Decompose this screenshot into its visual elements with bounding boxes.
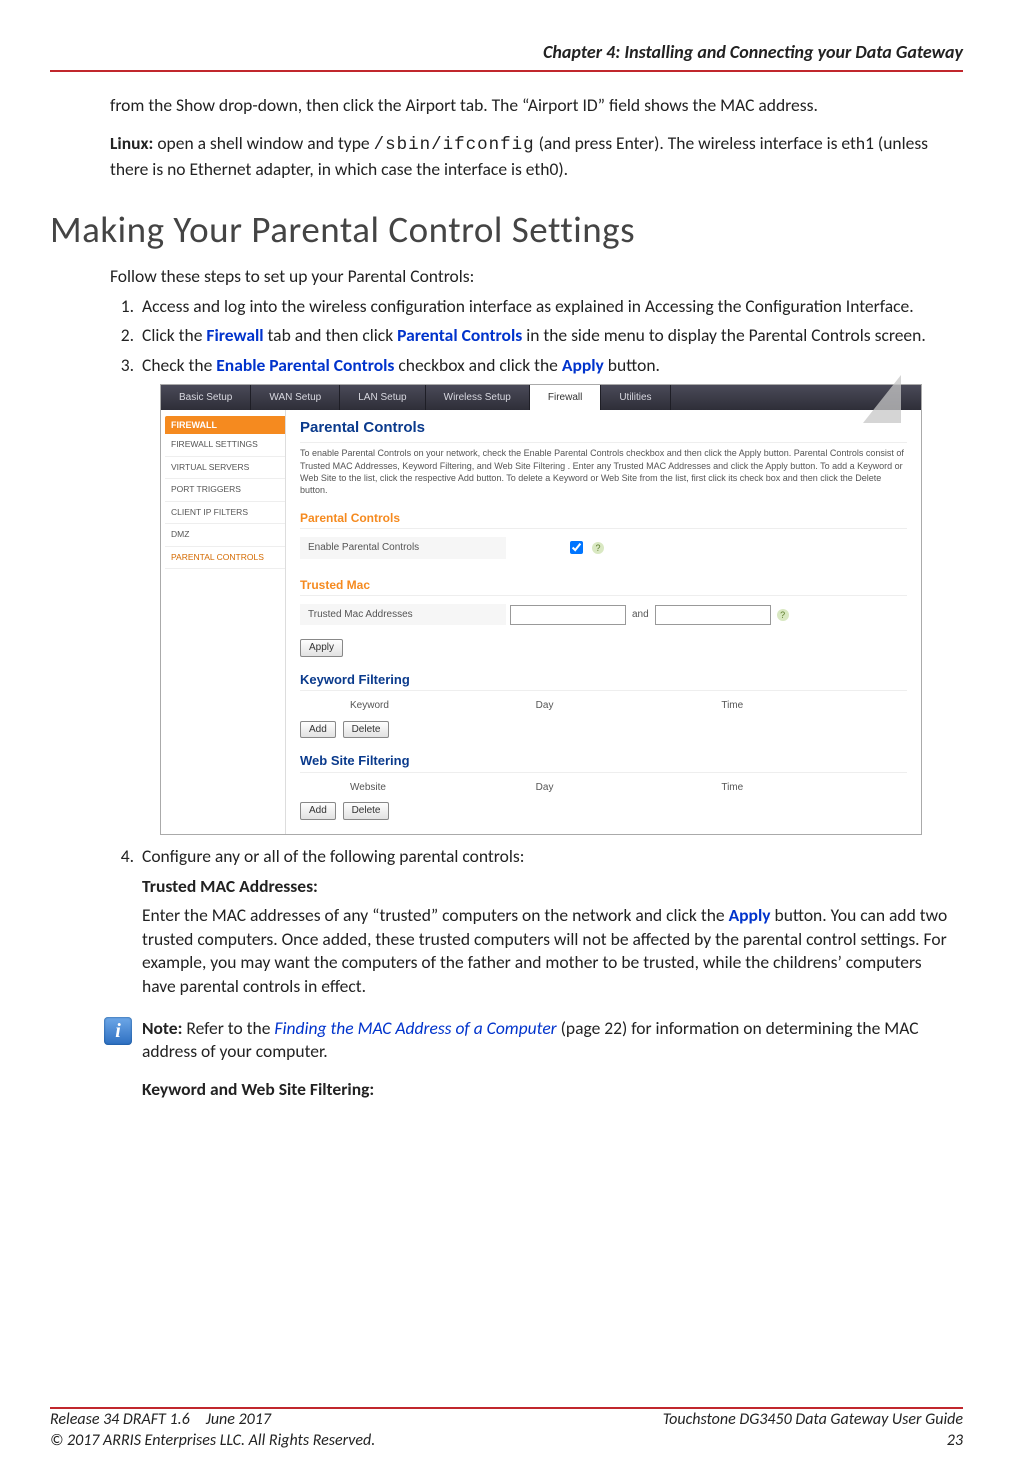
tab-basic-setup[interactable]: Basic Setup (161, 385, 251, 411)
website-columns: Website Day Time (300, 777, 907, 803)
row-trusted-mac-label: Trusted Mac Addresses (300, 604, 506, 626)
finding-mac-link[interactable]: Finding the MAC Address of a Computer (274, 1017, 556, 1039)
steps-list: Access and log into the wireless configu… (110, 295, 959, 1102)
sidebar-item-port-triggers[interactable]: PORT TRIGGERS (165, 479, 285, 501)
step-2: Click the Firewall tab and then click Pa… (138, 324, 959, 348)
mock-sidebar: FIREWALL FIREWALL SETTINGS VIRTUAL SERVE… (161, 410, 286, 834)
enable-parental-controls-link[interactable]: Enable Parental Controls (216, 354, 394, 376)
tab-lan-setup[interactable]: LAN Setup (340, 385, 425, 411)
help-icon[interactable]: ? (777, 609, 789, 621)
linux-label: Linux: (110, 132, 153, 154)
tab-wan-setup[interactable]: WAN Setup (251, 385, 340, 411)
mock-main: Parental Controls To enable Parental Con… (286, 410, 921, 834)
keyword-delete-button[interactable]: Delete (343, 721, 390, 739)
mock-section-keyword-filtering: Keyword Filtering (300, 671, 907, 692)
mock-description: To enable Parental Controls on your netw… (300, 447, 907, 496)
step-4: Configure any or all of the following pa… (138, 845, 959, 1102)
note-label: Note: (142, 1017, 182, 1039)
linux-paragraph: Linux: open a shell window and type /sbi… (110, 132, 959, 181)
mock-section-website-filtering: Web Site Filtering (300, 752, 907, 773)
note-block: i Note: Refer to the Finding the MAC Add… (142, 1017, 959, 1064)
header-rule (50, 70, 963, 72)
trusted-mac-heading: Trusted MAC Addresses: (142, 875, 959, 899)
linux-command: /sbin/ifconfig (374, 135, 535, 155)
footer-copyright: © 2017 ARRIS Enterprises LLC. All Rights… (50, 1430, 375, 1452)
draft-corner-overlay (863, 375, 901, 423)
firewall-link[interactable]: Firewall (206, 324, 263, 346)
keyword-columns: Keyword Day Time (300, 695, 907, 721)
mock-section-parental-controls: Parental Controls (300, 510, 907, 529)
step-1: Access and log into the wireless configu… (138, 295, 959, 319)
config-screenshot: Basic Setup WAN Setup LAN Setup Wireless… (160, 384, 922, 835)
trusted-mac-input-2[interactable] (655, 605, 771, 625)
tab-utilities[interactable]: Utilities (601, 385, 670, 411)
mock-section-trusted-mac: Trusted Mac (300, 577, 907, 596)
footer-doc-title: Touchstone DG3450 Data Gateway User Guid… (663, 1409, 963, 1431)
mock-title: Parental Controls (300, 418, 907, 443)
sidebar-item-parental-controls[interactable]: PARENTAL CONTROLS (165, 547, 285, 569)
parental-controls-link[interactable]: Parental Controls (397, 324, 522, 346)
row-enable-label: Enable Parental Controls (300, 537, 506, 559)
step-3: Check the Enable Parental Controls check… (138, 354, 959, 835)
enable-parental-controls-checkbox[interactable] (570, 541, 583, 554)
website-delete-button[interactable]: Delete (343, 802, 390, 820)
page-footer: Release 34 DRAFT 1.6 June 2017 Touchston… (50, 1407, 963, 1452)
apply-link[interactable]: Apply (562, 354, 604, 376)
keyword-add-button[interactable]: Add (300, 721, 336, 739)
footer-page-number: 23 (947, 1430, 963, 1452)
keyword-website-heading: Keyword and Web Site Filtering: (142, 1078, 959, 1102)
lead-paragraph: Follow these steps to set up your Parent… (110, 265, 959, 289)
footer-release: Release 34 DRAFT 1.6 June 2017 (50, 1409, 271, 1431)
sidebar-item-client-ip-filters[interactable]: CLIENT IP FILTERS (165, 502, 285, 524)
help-icon[interactable]: ? (592, 542, 604, 554)
linux-text-1: open a shell window and type (153, 132, 373, 154)
and-label: and (626, 608, 655, 622)
tab-wireless-setup[interactable]: Wireless Setup (426, 385, 530, 411)
sidebar-item-firewall-settings[interactable]: FIREWALL SETTINGS (165, 434, 285, 456)
mock-tabbar: Basic Setup WAN Setup LAN Setup Wireless… (161, 385, 921, 411)
info-icon: i (104, 1017, 132, 1045)
trusted-mac-input-1[interactable] (510, 605, 626, 625)
sidebar-item-dmz[interactable]: DMZ (165, 524, 285, 546)
chapter-header: Chapter 4: Installing and Connecting you… (50, 40, 963, 70)
apply-link-2[interactable]: Apply (729, 904, 771, 926)
section-heading: Making Your Parental Control Settings (50, 205, 963, 255)
sidebar-header: FIREWALL (165, 416, 285, 434)
trusted-mac-paragraph: Enter the MAC addresses of any “trusted”… (142, 904, 959, 999)
tab-firewall[interactable]: Firewall (530, 385, 601, 411)
website-add-button[interactable]: Add (300, 802, 336, 820)
mac-paragraph: from the Show drop-down, then click the … (110, 94, 959, 118)
sidebar-item-virtual-servers[interactable]: VIRTUAL SERVERS (165, 457, 285, 479)
apply-button[interactable]: Apply (300, 639, 343, 657)
